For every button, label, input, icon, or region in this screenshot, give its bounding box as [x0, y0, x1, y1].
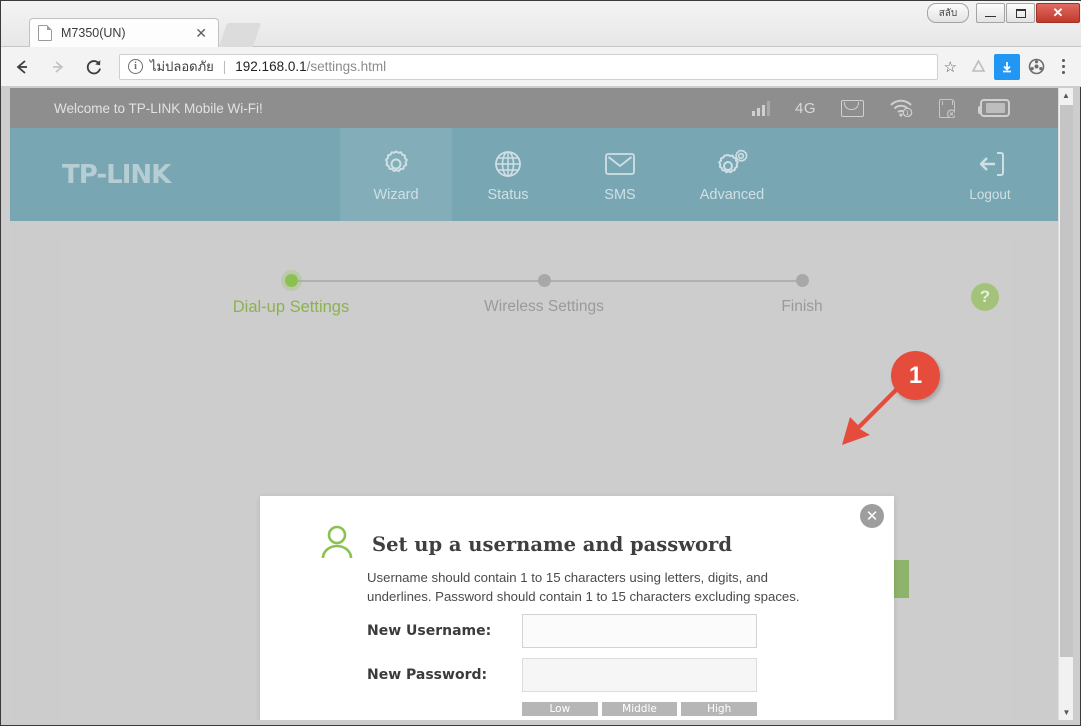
back-icon[interactable]: [7, 52, 37, 82]
step-dot: [795, 274, 809, 287]
network-type-label: 4G: [794, 99, 816, 117]
nav-item-status[interactable]: Status: [452, 128, 564, 221]
step-dot: [537, 274, 551, 287]
brand-logo: TP-LINK: [62, 160, 171, 190]
page-scrollbar[interactable]: ▲ ▼: [1058, 88, 1073, 720]
page-viewport: Welcome to TP-LINK Mobile Wi-Fi! 4G 1 TP…: [10, 88, 1073, 720]
user-icon: [320, 524, 354, 565]
browser-toolbar: i ไม่ปลอดภัย | 192.168.0.1 /settings.htm…: [1, 47, 1081, 87]
reload-icon[interactable]: [79, 52, 109, 82]
wizard-step-dialup[interactable]: Dial-up Settings: [211, 268, 371, 317]
scrollbar-thumb[interactable]: [1060, 105, 1073, 657]
setup-credentials-dialog: ✕ Set up a username and password Usernam…: [260, 496, 894, 720]
wizard-step-wireless[interactable]: Wireless Settings: [464, 268, 624, 316]
dialog-description: Username should contain 1 to 15 characte…: [367, 570, 800, 605]
main-navigation: TP-LINK Wizard Status SMS Advanced Logou…: [10, 128, 1058, 221]
form-row-password: New Password:: [367, 658, 837, 692]
strength-segment-low: Low: [522, 702, 598, 716]
ime-indicator[interactable]: สลับ: [927, 3, 969, 23]
envelope-icon: [604, 147, 636, 181]
nav-item-sms[interactable]: SMS: [564, 128, 676, 221]
drive-extension-icon[interactable]: [965, 54, 991, 80]
password-strength-meter: Low Middle High: [522, 702, 758, 716]
nav-item-label: SMS: [604, 186, 636, 203]
wizard-stepper: Dial-up Settings Wireless Settings Finis…: [62, 268, 1011, 338]
wizard-step-finish[interactable]: Finish: [722, 268, 882, 316]
dialog-title: Set up a username and password: [372, 533, 732, 556]
page-content: Dial-up Settings Wireless Settings Finis…: [10, 221, 1058, 720]
close-icon[interactable]: ✕: [192, 25, 210, 41]
nav-item-wizard[interactable]: Wizard: [340, 128, 452, 221]
nav-items: Wizard Status SMS Advanced: [340, 128, 788, 221]
new-password-label: New Password:: [367, 667, 488, 683]
new-password-input[interactable]: [522, 658, 757, 692]
new-tab-button[interactable]: [218, 23, 262, 47]
media-extension-icon[interactable]: [1023, 54, 1049, 80]
browser-titlebar: M7350(UN) ✕ สลับ ✕: [1, 1, 1081, 47]
signal-icon: [751, 100, 770, 116]
sms-icon: [841, 99, 864, 117]
window-controls: สลับ ✕: [926, 3, 1080, 25]
browser-tab[interactable]: M7350(UN) ✕: [29, 18, 219, 47]
battery-icon: [978, 99, 1010, 117]
new-username-input[interactable]: [522, 614, 757, 648]
tab-title: M7350(UN): [61, 26, 126, 40]
gears-icon: [714, 147, 750, 181]
minimize-button[interactable]: [976, 3, 1005, 23]
logout-button[interactable]: Logout: [950, 128, 1030, 221]
step-dot: [284, 274, 298, 287]
logout-icon: [975, 147, 1005, 181]
logout-label: Logout: [969, 187, 1011, 202]
step-label: Dial-up Settings: [232, 298, 350, 316]
dialog-header: Set up a username and password: [320, 524, 732, 565]
wizard-panel: Dial-up Settings Wireless Settings Finis…: [62, 238, 1011, 720]
download-extension-icon[interactable]: [994, 53, 1020, 80]
svg-text:1: 1: [906, 110, 910, 117]
security-status: ไม่ปลอดภัย: [150, 59, 214, 74]
welcome-text: Welcome to TP-LINK Mobile Wi-Fi!: [54, 100, 263, 116]
new-username-label: New Username:: [367, 623, 492, 639]
step-label: Finish: [781, 298, 823, 315]
window-close-button[interactable]: ✕: [1036, 3, 1080, 23]
url-path: /settings.html: [306, 59, 387, 74]
close-icon[interactable]: ✕: [860, 504, 884, 528]
bookmark-star-icon[interactable]: ☆: [944, 58, 957, 76]
strength-segment-middle: Middle: [601, 702, 678, 716]
scroll-up-icon[interactable]: ▲: [1059, 88, 1073, 103]
url-host: 192.168.0.1: [235, 59, 307, 74]
globe-icon: [493, 147, 523, 181]
status-icon-group: 4G 1: [751, 88, 1010, 128]
annotation-badge: 1: [891, 351, 940, 400]
annotation-arrow: [830, 383, 910, 458]
strength-segment-high: High: [681, 702, 758, 716]
credentials-form: New Username: New Password: Low Middle H…: [367, 614, 837, 720]
nav-item-label: Status: [487, 186, 529, 203]
scroll-down-icon[interactable]: ▼: [1059, 705, 1073, 720]
forward-icon[interactable]: [43, 52, 73, 82]
browser-window: M7350(UN) ✕ สลับ ✕ i ไม่ปลอดภัย | 192.16…: [0, 0, 1081, 726]
gear-icon: [380, 147, 412, 181]
step-label: Wireless Settings: [484, 298, 604, 315]
nav-item-label: Wizard: [373, 186, 419, 203]
wifi-icon: 1: [889, 99, 914, 118]
omnibox-separator: |: [222, 59, 227, 74]
sdcard-icon: [939, 98, 955, 118]
maximize-button[interactable]: [1006, 3, 1035, 23]
help-button[interactable]: ?: [971, 283, 999, 311]
browser-menu-icon[interactable]: [1052, 59, 1074, 74]
device-status-bar: Welcome to TP-LINK Mobile Wi-Fi! 4G 1: [10, 88, 1058, 128]
nav-item-label: Advanced: [699, 186, 765, 203]
page-icon: [38, 25, 52, 41]
form-row-username: New Username:: [367, 614, 837, 648]
address-bar[interactable]: i ไม่ปลอดภัย | 192.168.0.1 /settings.htm…: [119, 53, 938, 80]
nav-item-advanced[interactable]: Advanced: [676, 128, 788, 221]
info-icon: i: [128, 59, 143, 74]
